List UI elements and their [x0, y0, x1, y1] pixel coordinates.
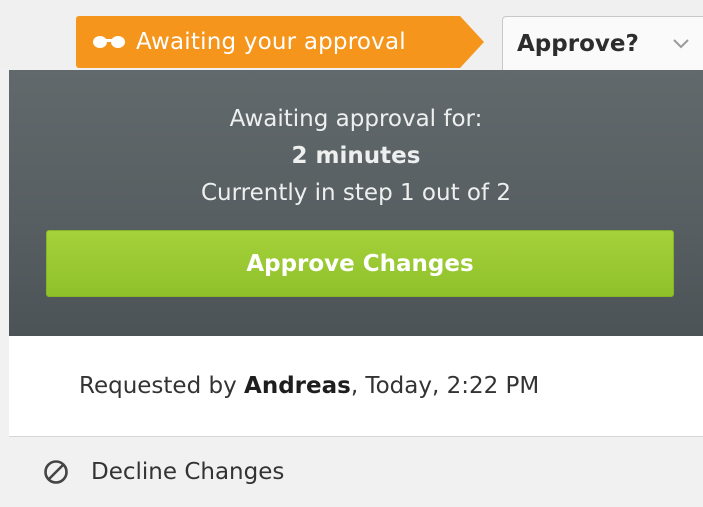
approval-step-text: Currently in step 1 out of 2	[200, 180, 512, 206]
glasses-icon	[93, 36, 125, 48]
decline-changes-label: Decline Changes	[91, 459, 285, 485]
approval-toolbar: Awaiting your approval Approve?	[0, 0, 703, 70]
chevron-down-icon	[673, 39, 689, 49]
status-badge-arrow	[460, 16, 484, 68]
awaiting-duration: 2 minutes	[291, 143, 421, 169]
awaiting-label: Awaiting approval for:	[229, 106, 483, 132]
ban-icon	[44, 460, 68, 484]
approval-info-panel: Awaiting approval for: 2 minutes Current…	[9, 70, 703, 350]
request-time: , Today, 2:22 PM	[350, 373, 540, 399]
request-info: Requested by Andreas, Today, 2:22 PM	[9, 336, 703, 436]
decline-changes-button[interactable]: Decline Changes	[9, 437, 703, 507]
approve-dropdown[interactable]: Approve?	[502, 16, 703, 70]
requested-by-prefix: Requested by	[79, 373, 245, 399]
approve-changes-button[interactable]: Approve Changes	[46, 230, 674, 297]
requested-by-text: Requested by Andreas, Today, 2:22 PM	[79, 373, 539, 399]
approval-status-label: Awaiting your approval	[136, 29, 406, 55]
requester-name: Andreas	[244, 373, 351, 399]
approve-dropdown-label: Approve?	[517, 30, 639, 57]
panel-edge	[0, 70, 9, 507]
approval-status-badge: Awaiting your approval	[76, 16, 484, 68]
approval-widget: Awaiting your approval Approve? Awaiting…	[0, 0, 703, 507]
